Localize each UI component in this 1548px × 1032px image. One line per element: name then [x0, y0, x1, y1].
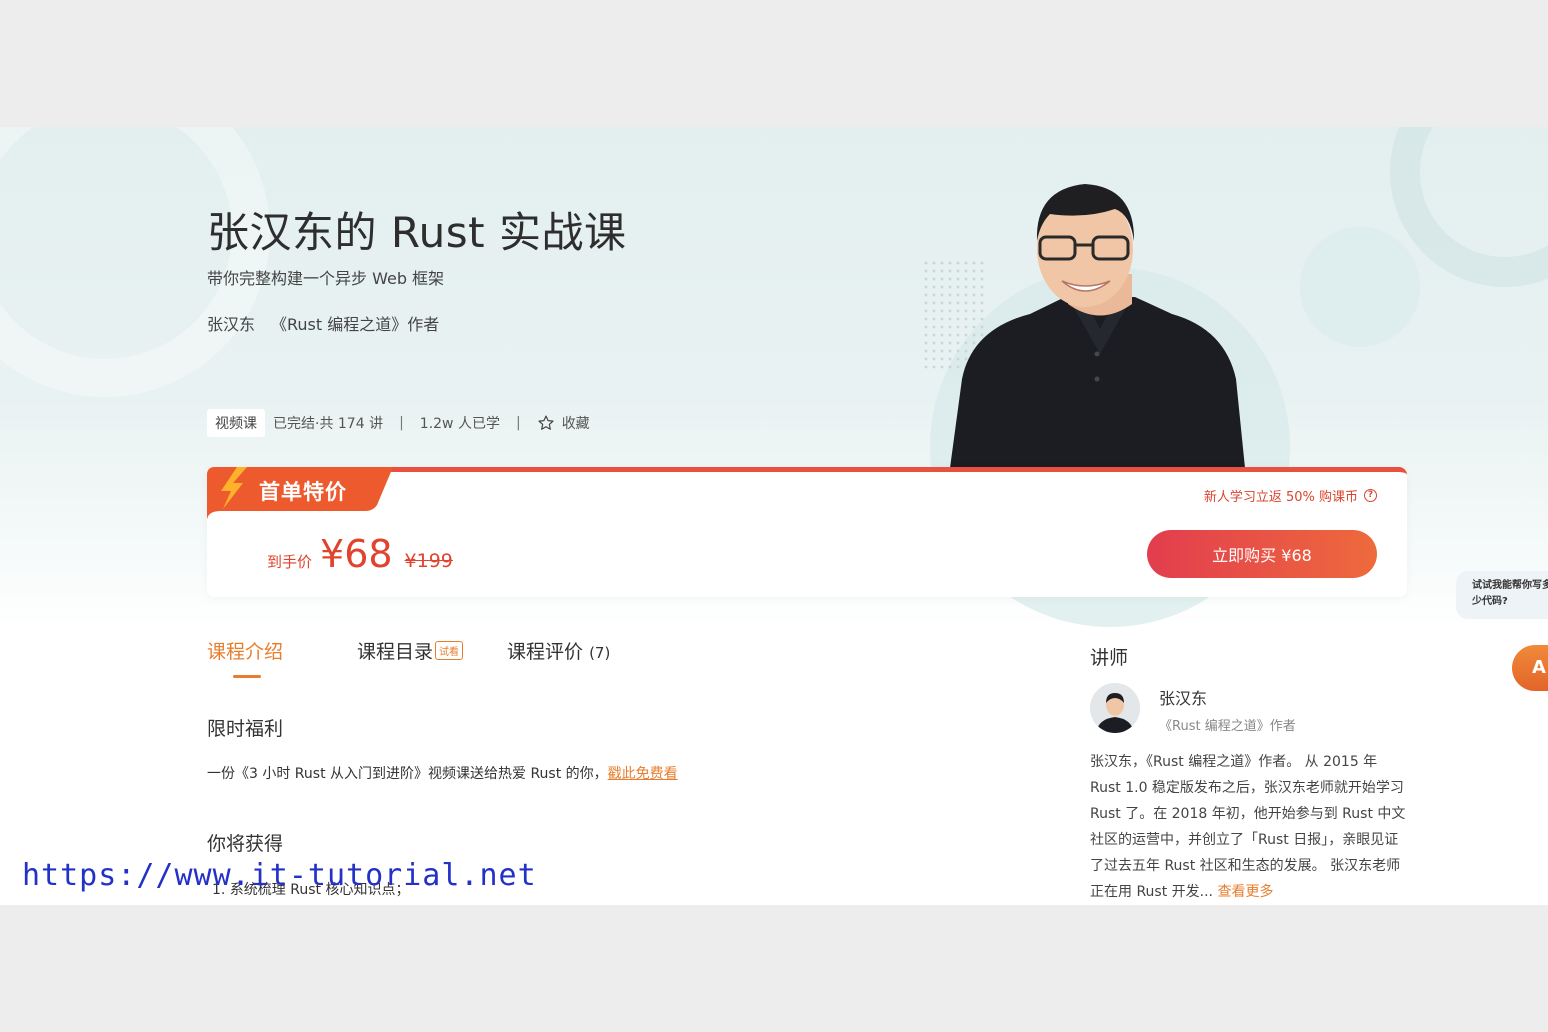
avatar-icon	[1090, 683, 1140, 733]
lecturer-name: 张汉东	[1159, 689, 1208, 708]
lecturer-bio: 张汉东，《Rust 编程之道》作者。 从 2015 年 Rust 1.0 稳定版…	[1090, 749, 1406, 905]
decorative-circle	[1300, 227, 1420, 347]
view-more-link[interactable]: 查看更多	[1217, 884, 1273, 900]
current-price: ¥68	[320, 532, 393, 576]
tab-review[interactable]: 课程评价 (7)	[507, 637, 610, 664]
tab-catalog-label: 课程目录	[357, 641, 434, 663]
free-watch-link[interactable]: 戳此免费看	[608, 766, 678, 782]
promo-info-text: 新人学习立返 50% 购课币	[1203, 490, 1358, 505]
benefit-description: 一份《3 小时 Rust 从入门到进阶》视频课送给热爱 Rust 的你，	[207, 766, 608, 782]
ai-helper-button[interactable]: A	[1512, 645, 1548, 691]
lecturer-avatar[interactable]	[1090, 683, 1140, 733]
original-price: ¥199	[404, 550, 453, 572]
learner-count: 1.2w 人已学	[419, 416, 500, 432]
ai-helper-bubble[interactable]: 试试我能帮你写多少代码?	[1456, 571, 1548, 619]
benefit-text: 一份《3 小时 Rust 从入门到进阶》视频课送给热爱 Rust 的你，戳此免费…	[207, 763, 678, 783]
course-meta: 视频课 已完结·共 174 讲 | 1.2w 人已学 | 收藏	[207, 409, 590, 437]
course-type-badge: 视频课	[207, 409, 265, 437]
favorite-button[interactable]: 收藏	[537, 413, 590, 433]
tab-intro-label: 课程介绍	[207, 641, 284, 663]
course-page: 张汉东的 Rust 实战课 带你完整构建一个异步 Web 框架 张汉东 《Rust…	[0, 127, 1548, 905]
tab-catalog[interactable]: 课程目录 试看	[357, 637, 464, 664]
gain-heading: 你将获得	[198, 825, 283, 856]
promo-info-link[interactable]: 新人学习立返 50% 购课币 ?	[1204, 486, 1377, 505]
favorite-label: 收藏	[561, 416, 590, 432]
tab-intro[interactable]: 课程介绍	[207, 637, 283, 664]
star-icon	[538, 415, 554, 430]
price-row: 到手价 ¥68 ¥199	[267, 532, 453, 576]
author-line: 张汉东 《Rust 编程之道》作者	[207, 311, 439, 335]
teacher-photo	[950, 184, 1245, 468]
trial-badge: 试看	[435, 641, 464, 660]
course-title: 张汉东的 Rust 实战课	[207, 208, 627, 257]
active-tab-indicator	[233, 675, 261, 678]
lecturer-heading: 讲师	[1090, 647, 1129, 669]
meta-separator: |	[399, 415, 404, 431]
tab-review-label: 课程评价	[507, 641, 584, 663]
author-title: 《Rust 编程之道》作者	[271, 315, 440, 334]
lecturer-bio-text: 张汉东，《Rust 编程之道》作者。 从 2015 年 Rust 1.0 稳定版…	[1090, 754, 1406, 900]
course-status: 已完结·共 174 讲	[273, 416, 384, 432]
course-subtitle: 带你完整构建一个异步 Web 框架	[207, 269, 445, 288]
decorative-circle	[0, 127, 270, 397]
buy-now-button[interactable]: 立即购买 ¥68	[1147, 530, 1377, 578]
promo-tag-label: 首单特价	[259, 480, 347, 504]
benefit-heading: 限时福利	[198, 710, 283, 741]
watermark-text: https://www.it-tutorial.net	[22, 858, 537, 893]
lecturer-role: 《Rust 编程之道》作者	[1159, 719, 1296, 734]
price-label: 到手价	[267, 553, 313, 571]
review-count: (7)	[589, 644, 611, 662]
meta-separator: |	[515, 415, 521, 431]
price-card: 首单特价 新人学习立返 50% 购课币 ? 到手价 ¥68 ¥199 立即购买 …	[207, 467, 1407, 597]
help-icon: ?	[1364, 489, 1377, 502]
author-name: 张汉东	[207, 315, 256, 334]
